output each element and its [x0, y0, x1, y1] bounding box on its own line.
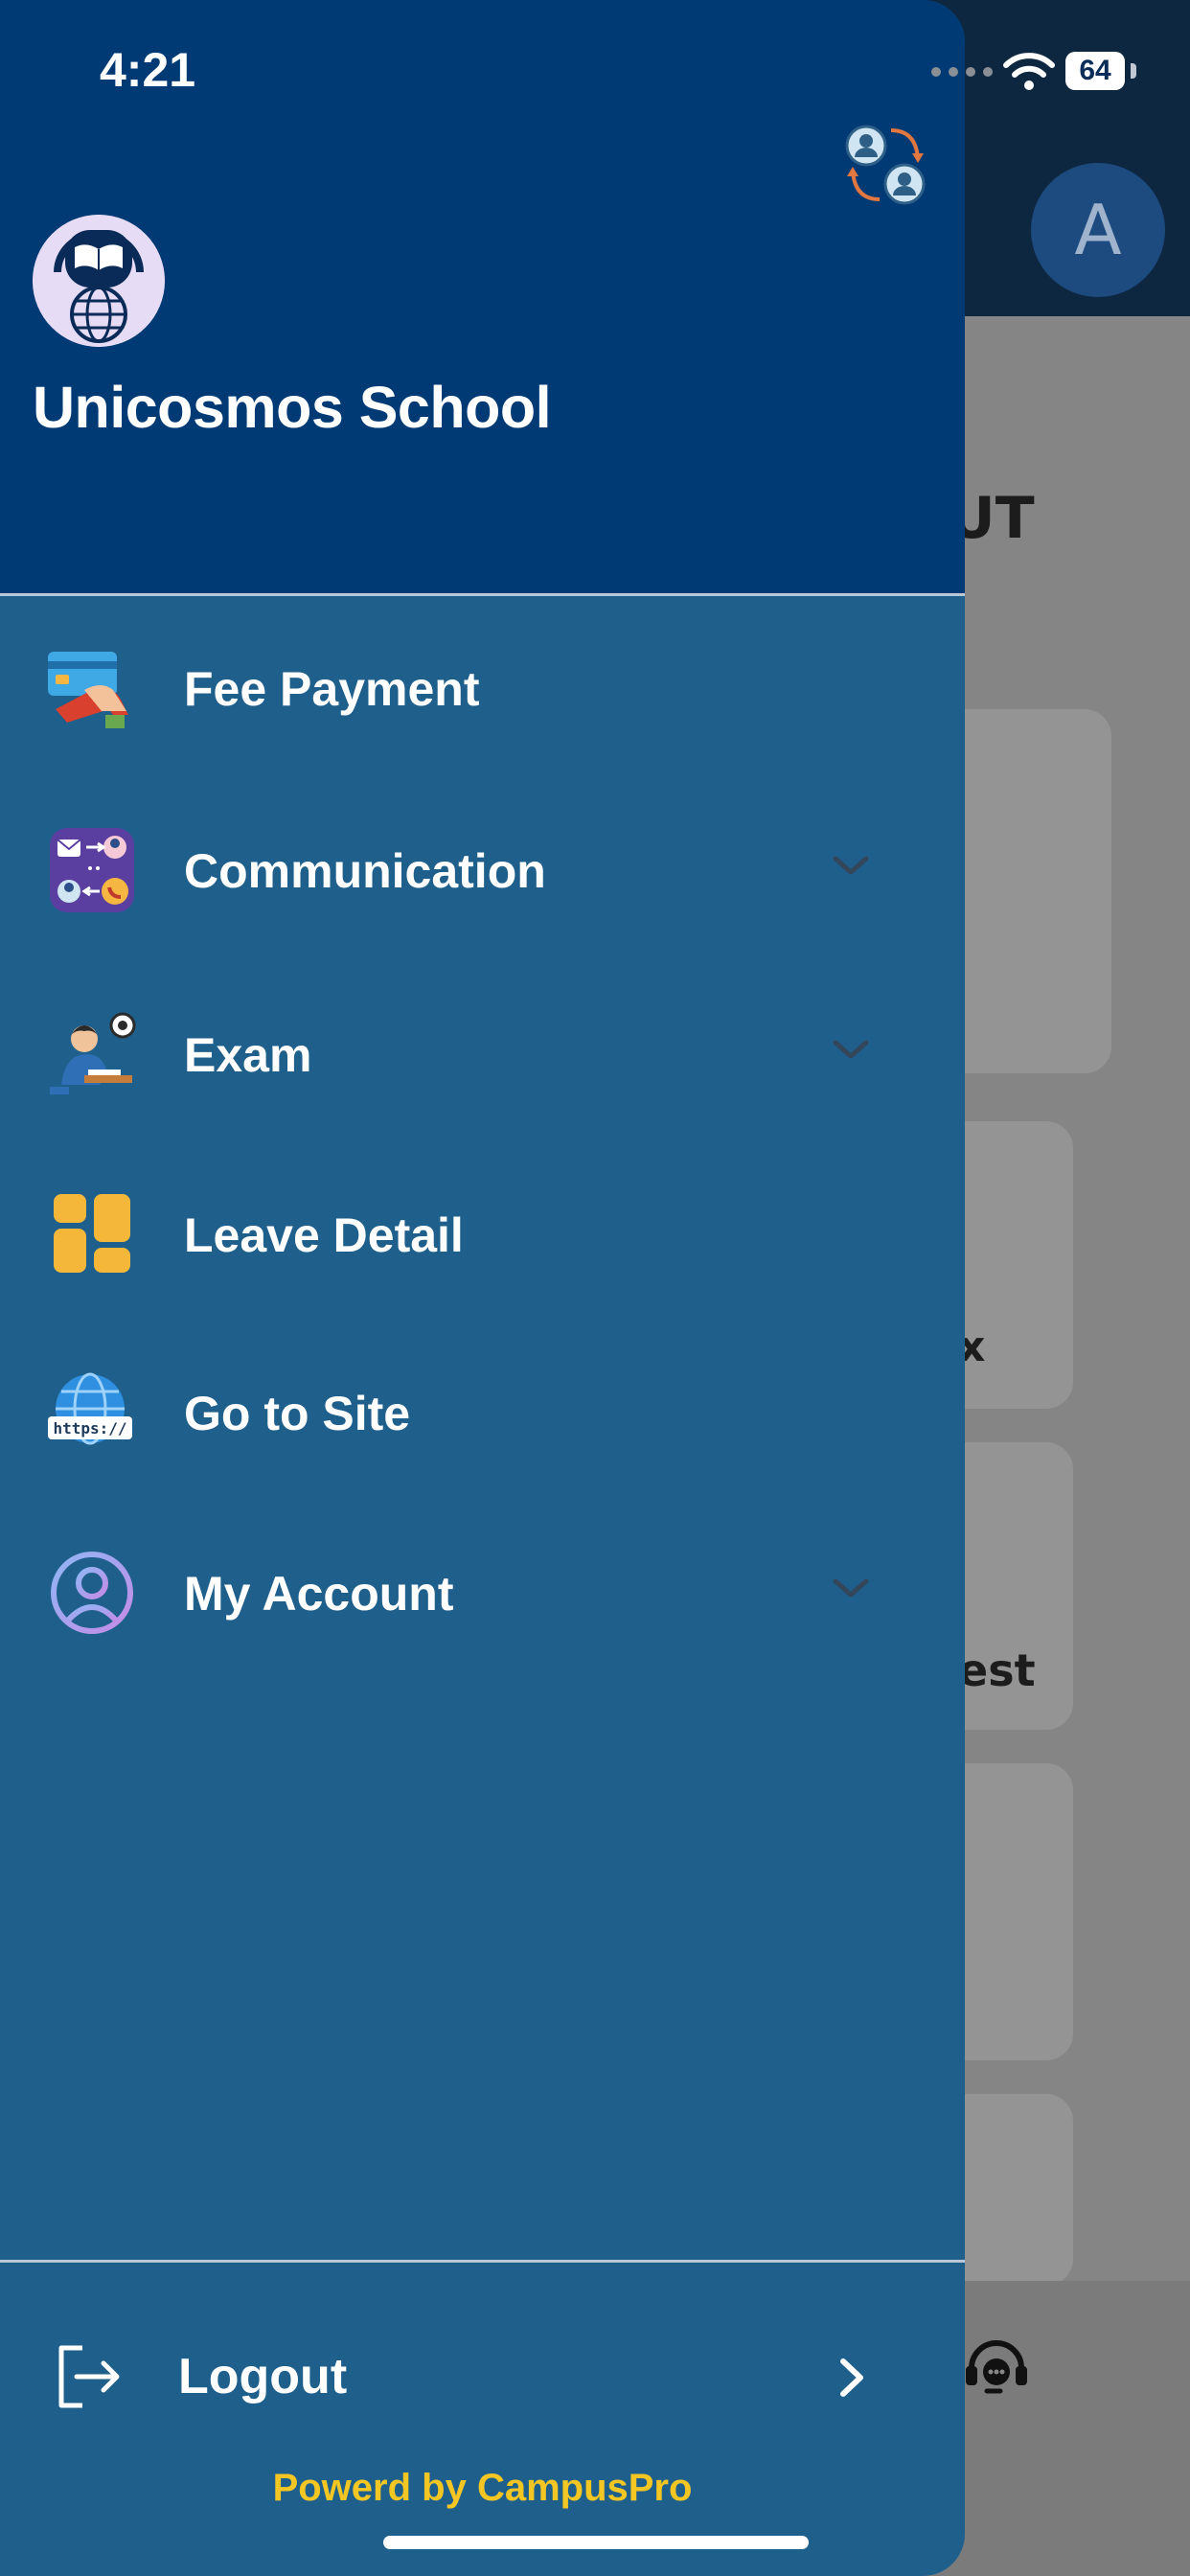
background-card-fragment: est	[958, 1644, 1036, 1696]
school-logo	[33, 215, 165, 347]
menu-label: Go to Site	[184, 1387, 411, 1440]
navigation-drawer: Unicosmos School Fee Payment Communicati…	[0, 0, 965, 2576]
menu-item-exam[interactable]: Exam	[0, 979, 965, 1123]
credit-card-icon	[48, 652, 128, 728]
school-name: Unicosmos School	[33, 375, 552, 440]
menu-label: Exam	[184, 1028, 312, 1082]
menu-label: Fee Payment	[184, 662, 480, 716]
account-icon	[51, 1552, 133, 1634]
menu-item-go-to-site[interactable]: https:// Go to Site	[0, 1338, 965, 1482]
wifi-icon	[1003, 53, 1055, 90]
logout-icon	[58, 2345, 120, 2408]
communication-icon	[50, 828, 134, 912]
menu-item-fee-payment[interactable]: Fee Payment	[0, 613, 965, 757]
exam-icon	[50, 1012, 136, 1094]
menu-item-leave-detail[interactable]: Leave Detail	[0, 1160, 965, 1303]
powered-by-label: Powerd by CampusPro	[272, 2467, 693, 2509]
support-headset-icon[interactable]	[958, 2334, 1035, 2401]
chevron-down-icon	[833, 1578, 869, 1598]
logout-label: Logout	[178, 2349, 348, 2404]
menu-label: Communication	[184, 844, 546, 898]
svg-text:https://: https://	[53, 1419, 126, 1438]
menu-item-communication[interactable]: Communication	[0, 795, 965, 939]
menu-label: My Account	[184, 1567, 454, 1621]
header-divider	[0, 593, 965, 596]
battery-level: 64	[1065, 52, 1125, 90]
logout-button[interactable]: Logout	[0, 2300, 965, 2463]
status-bar: 4:21 64	[0, 0, 1190, 144]
leave-detail-icon	[54, 1194, 130, 1273]
battery-tip	[1131, 63, 1136, 79]
globe-https-icon: https://	[48, 1372, 132, 1445]
chevron-down-icon	[833, 1040, 869, 1059]
cellular-signal-icon	[931, 67, 993, 77]
chevron-down-icon	[833, 856, 869, 875]
status-time: 4:21	[100, 43, 196, 97]
user-avatar[interactable]: A	[1031, 163, 1165, 297]
footer-divider	[0, 2260, 965, 2263]
home-indicator[interactable]	[383, 2536, 809, 2549]
menu-item-my-account[interactable]: My Account	[0, 1518, 965, 1662]
menu-label: Leave Detail	[184, 1208, 464, 1262]
chevron-right-icon	[840, 2358, 863, 2397]
